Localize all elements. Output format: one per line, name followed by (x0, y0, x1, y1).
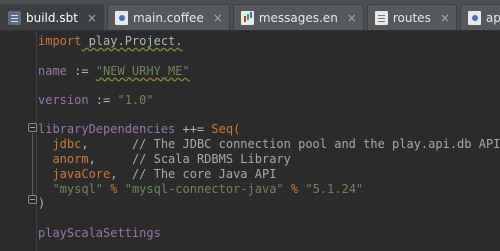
code-line-javacore: javaCore, // The core Java API (38, 168, 276, 182)
comment: // The JDBC connection pool and the play… (131, 137, 500, 151)
tab-label: messages.en (258, 10, 338, 25)
tab-label: applicat (485, 10, 500, 25)
assign-operator: := (66, 64, 96, 78)
name-identifier: name (38, 64, 67, 78)
editor-tab-bar: build.sbt × main.coffee × messages.en × … (0, 0, 500, 31)
close-paren: ) (38, 196, 46, 210)
version-identifier: version (38, 93, 89, 107)
mysql-version: "5.1.24" (305, 182, 364, 196)
librarydependencies-identifier: libraryDependencies (38, 122, 176, 136)
close-icon[interactable]: × (213, 11, 223, 25)
code-line-anorm: anorm, // Scala RDBMS Library (38, 152, 291, 167)
comment: // The core Java API (131, 167, 277, 181)
tab-application[interactable]: applicat (459, 4, 500, 30)
close-icon[interactable]: × (87, 11, 97, 25)
sbt-file-icon (8, 10, 21, 25)
append-operator: ++= (175, 122, 212, 136)
code-line-mysql: "mysql" % "mysql-connector-java" % "5.1.… (38, 183, 363, 197)
tab-label: main.coffee (132, 10, 204, 25)
mysql-group: "mysql" (52, 182, 104, 196)
fold-guide (32, 133, 33, 195)
code-line-jdbc: jdbc, // The JDBC connection pool and th… (38, 138, 500, 152)
import-path: play.Project. (81, 34, 183, 48)
separator: , (110, 167, 132, 181)
separator: , (81, 137, 132, 151)
code-editor[interactable]: import play.Project. name := "NEW_URHY_M… (0, 31, 500, 251)
tab-build-sbt[interactable]: build.sbt × (0, 4, 104, 30)
code-line-close-paren: ) (38, 197, 45, 211)
percent-operator: % (103, 182, 125, 196)
code-line-version: version := "1.0" (38, 94, 154, 108)
gutter-separator (36, 31, 37, 251)
assign-operator: := (88, 93, 118, 107)
name-value: "NEW_URHY_ME" (95, 64, 190, 78)
coffee-file-icon (114, 10, 128, 25)
routes-file-icon (374, 10, 388, 25)
code-line-playscalasettings: playScalaSettings (38, 227, 161, 241)
playscalasettings-identifier: playScalaSettings (38, 226, 161, 240)
code-line-import: import play.Project. (38, 35, 183, 49)
tab-routes[interactable]: routes × (366, 4, 457, 30)
close-icon[interactable]: × (347, 11, 357, 25)
seq-keyword: Seq( (211, 122, 241, 136)
close-icon[interactable]: × (440, 11, 450, 25)
tab-messages-en[interactable]: messages.en × (232, 4, 364, 30)
separator: , (88, 152, 132, 166)
percent-operator: % (283, 182, 306, 196)
dependency-javacore: javaCore (52, 167, 111, 181)
code-line-name: name := "NEW_URHY_ME" (38, 65, 190, 79)
tab-label: build.sbt (26, 10, 78, 25)
comment: // Scala RDBMS Library (131, 152, 291, 166)
code-line-librarydependencies: libraryDependencies ++= Seq( (38, 123, 240, 137)
dependency-anorm: anorm (52, 152, 89, 166)
application-file-icon (467, 10, 481, 25)
editor-gutter (0, 31, 36, 251)
tab-label: routes (392, 10, 431, 25)
dependency-jdbc: jdbc (52, 137, 82, 151)
messages-file-icon (240, 10, 254, 25)
mysql-artifact: "mysql-connector-java" (124, 182, 284, 196)
keyword-import: import (38, 34, 82, 48)
fold-start-icon[interactable] (28, 123, 37, 132)
tab-main-coffee[interactable]: main.coffee × (106, 4, 230, 30)
fold-end-icon[interactable] (28, 195, 37, 204)
version-value: "1.0" (117, 93, 154, 107)
